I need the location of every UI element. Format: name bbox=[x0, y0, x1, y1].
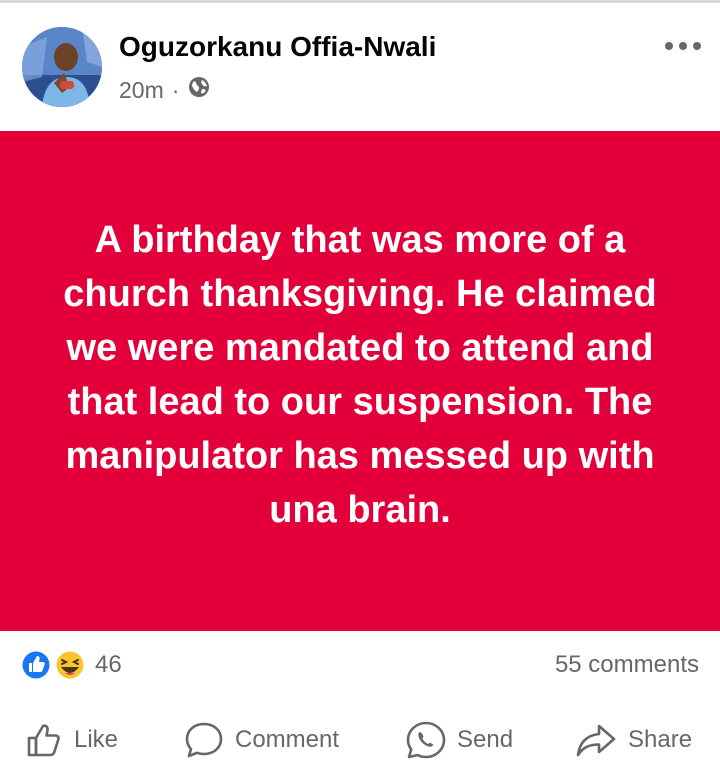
comments-count[interactable]: 55 comments bbox=[555, 651, 699, 679]
haha-reaction-icon bbox=[55, 650, 85, 680]
share-button[interactable]: Share bbox=[574, 718, 692, 762]
meta-separator: · bbox=[171, 76, 180, 103]
more-icon bbox=[665, 42, 701, 50]
comment-label: Comment bbox=[235, 726, 340, 753]
comment-icon bbox=[185, 722, 223, 758]
like-label: Like bbox=[74, 726, 119, 753]
send-button[interactable]: Send bbox=[405, 718, 513, 762]
globe-icon bbox=[187, 75, 211, 105]
reaction-icons[interactable] bbox=[20, 649, 90, 681]
post-header: Oguzorkanu Offia-Nwali 20m · bbox=[0, 3, 720, 131]
more-options-button[interactable] bbox=[663, 39, 703, 53]
like-button[interactable]: Like bbox=[24, 718, 118, 762]
send-label: Send bbox=[457, 726, 514, 753]
post-text: A birthday that was more of a church tha… bbox=[63, 219, 657, 531]
share-label: Share bbox=[628, 726, 693, 753]
avatar[interactable] bbox=[22, 27, 102, 107]
like-icon bbox=[27, 724, 60, 757]
comment-button[interactable]: Comment bbox=[183, 718, 339, 762]
post-meta: 20m · bbox=[119, 75, 211, 105]
post-time[interactable]: 20m bbox=[119, 77, 164, 104]
reaction-count[interactable]: 46 bbox=[95, 651, 122, 679]
action-bar: Like Comment Send Share bbox=[0, 708, 720, 772]
like-reaction-icon bbox=[21, 650, 51, 680]
whatsapp-send-icon bbox=[406, 721, 446, 759]
reactions-bar: 46 55 comments bbox=[0, 631, 720, 697]
share-icon bbox=[576, 724, 616, 757]
post-content: A birthday that was more of a church tha… bbox=[0, 131, 720, 631]
author-name[interactable]: Oguzorkanu Offia-Nwali bbox=[119, 31, 436, 63]
